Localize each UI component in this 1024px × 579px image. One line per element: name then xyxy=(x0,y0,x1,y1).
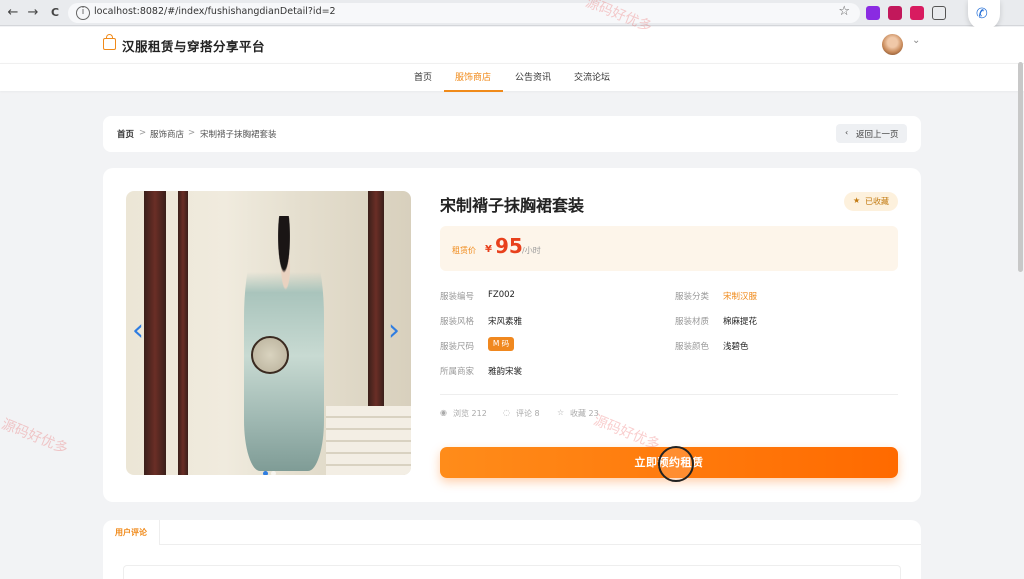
detail-label: 服装尺码 xyxy=(440,342,475,352)
detail-value: FZ002 xyxy=(488,290,515,300)
price-value: 95 xyxy=(495,234,523,258)
comments-count: 评论 8 xyxy=(516,409,540,418)
views-count: 浏览 212 xyxy=(453,409,487,418)
detail-label: 服装编号 xyxy=(440,292,475,302)
back-button[interactable]: ‹ 返回上一页 xyxy=(836,124,907,143)
reviews-section: 用户评论 xyxy=(103,520,921,579)
favorite-label: 已收藏 xyxy=(865,197,889,206)
puzzle-extensions-icon[interactable] xyxy=(932,6,946,20)
carousel-dot[interactable] xyxy=(271,471,276,475)
detail-label: 服装分类 xyxy=(675,292,710,302)
image-stairs xyxy=(326,406,411,475)
detail-label: 服装风格 xyxy=(440,317,475,327)
site-title[interactable]: 汉服租赁与穿搭分享平台 xyxy=(122,36,265,55)
category-link[interactable]: 宋制汉服 xyxy=(723,290,757,302)
detail-label: 服装颜色 xyxy=(675,342,710,352)
star-icon: ★ xyxy=(853,196,861,205)
detail-label: 服装材质 xyxy=(675,317,710,327)
forward-arrow-icon[interactable]: → xyxy=(25,5,41,21)
address-bar[interactable]: i localhost:8082/#/index/fushishangdianD… xyxy=(68,3,860,23)
breadcrumb-separator: > xyxy=(188,128,196,138)
chevron-down-icon[interactable]: ⌄ xyxy=(912,35,920,46)
price-box: 租赁价 ¥ 95 /小时 xyxy=(440,226,898,271)
product-photo-fan xyxy=(251,336,289,374)
carousel-prev-icon[interactable]: ‹ xyxy=(132,316,144,346)
extension-icon[interactable] xyxy=(910,6,924,20)
carousel-dot[interactable] xyxy=(263,471,268,475)
chevron-left-icon: ‹ xyxy=(845,128,849,137)
tab-divider xyxy=(160,544,921,545)
favorite-badge[interactable]: ★ 已收藏 xyxy=(844,192,898,211)
breadcrumb-section[interactable]: 服饰商店 xyxy=(150,128,184,140)
back-arrow-icon[interactable]: ← xyxy=(5,5,21,21)
detail-label: 所属商家 xyxy=(440,367,475,377)
merchant-name: 雅韵宋裳 xyxy=(488,367,523,377)
nav-item-home[interactable]: 首页 xyxy=(414,70,432,83)
shopping-bag-icon xyxy=(103,34,116,50)
nav-item-news[interactable]: 公告资讯 xyxy=(515,70,551,83)
extension-icon[interactable] xyxy=(888,6,902,20)
breadcrumb: 首页 > 服饰商店 > 宋制褙子抹胸裙套装 ‹ 返回上一页 xyxy=(103,116,921,152)
nav-item-forum[interactable]: 交流论坛 xyxy=(574,70,610,83)
detail-value: 宋风素雅 xyxy=(488,317,523,327)
phone-icon: ✆ xyxy=(976,6,988,22)
reload-icon[interactable]: C xyxy=(47,5,63,21)
carousel-dots[interactable] xyxy=(263,465,283,475)
image-pillar xyxy=(144,191,166,475)
site-header: 汉服租赁与穿搭分享平台 ⌄ xyxy=(0,27,1024,63)
review-list xyxy=(123,565,901,579)
breadcrumb-current: 宋制褙子抹胸裙套装 xyxy=(200,130,277,140)
product-card: ‹ › 宋制褙子抹胸裙套装 ★ 已收藏 租赁价 ¥ 95 /小时 服装编号 FZ… xyxy=(103,168,921,502)
image-pillar xyxy=(178,191,188,475)
pointer-cursor-highlight xyxy=(658,446,694,482)
price-currency: ¥ xyxy=(485,244,492,255)
price-label: 租赁价 xyxy=(452,246,476,255)
detail-value: 棉麻提花 xyxy=(723,317,758,327)
tab-reviews[interactable]: 用户评论 xyxy=(103,520,160,545)
product-image-carousel[interactable]: ‹ › xyxy=(126,191,411,475)
avatar[interactable] xyxy=(882,34,903,55)
breadcrumb-separator: > xyxy=(139,128,147,138)
comment-icon: ◌ xyxy=(503,408,510,417)
detail-value: 浅碧色 xyxy=(723,342,749,352)
product-title: 宋制褙子抹胸裙套装 xyxy=(440,196,585,215)
price-unit: /小时 xyxy=(522,246,541,255)
site-info-icon[interactable]: i xyxy=(76,6,90,20)
eye-icon: ◉ xyxy=(440,408,447,417)
carousel-next-icon[interactable]: › xyxy=(388,316,400,346)
breadcrumb-home[interactable]: 首页 xyxy=(117,128,134,140)
divider xyxy=(440,394,898,395)
size-tag: M 码 xyxy=(488,337,514,351)
browser-toolbar: ← → C i localhost:8082/#/index/fushishan… xyxy=(0,0,1024,26)
nav-active-indicator xyxy=(444,90,503,92)
bookmark-star-icon[interactable]: ☆ xyxy=(838,4,850,19)
star-icon: ☆ xyxy=(557,408,565,417)
watermark: 源码好优多 xyxy=(0,416,71,458)
main-nav: 首页 服饰商店 公告资讯 交流论坛 xyxy=(0,63,1024,92)
extension-icon[interactable] xyxy=(866,6,880,20)
nav-item-shop[interactable]: 服饰商店 xyxy=(455,70,491,83)
back-button-label: 返回上一页 xyxy=(856,130,899,140)
scrollbar[interactable] xyxy=(1018,62,1023,272)
url-text: localhost:8082/#/index/fushishangdianDet… xyxy=(94,6,336,17)
